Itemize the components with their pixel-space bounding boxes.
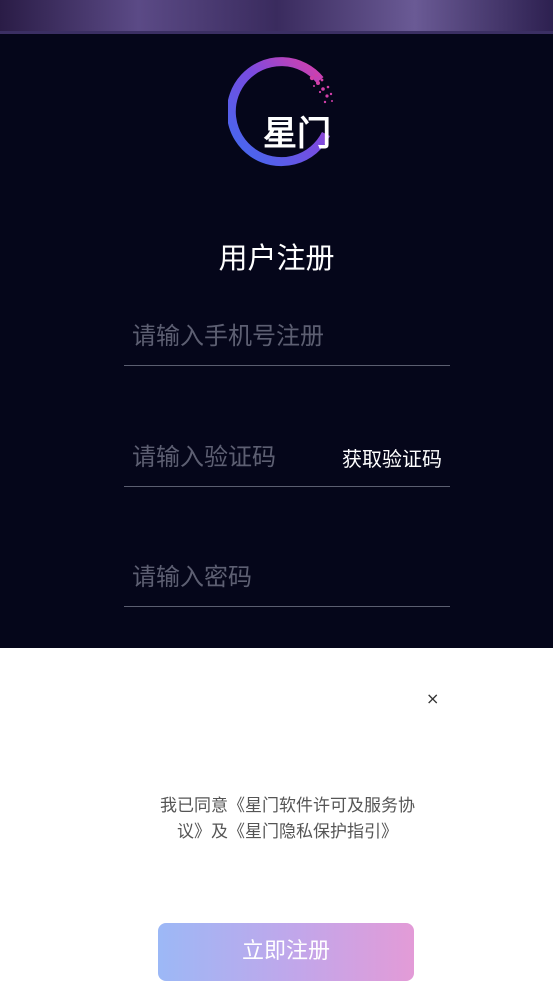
verification-code-input[interactable]: 请输入验证码 获取验证码 xyxy=(124,436,450,487)
password-input[interactable]: 请输入密码 xyxy=(124,556,450,607)
phone-placeholder: 请输入手机号注册 xyxy=(132,322,324,350)
phone-input[interactable]: 请输入手机号注册 xyxy=(124,315,450,366)
app-logo: 星门 xyxy=(228,56,344,172)
header-banner xyxy=(0,0,553,34)
close-icon[interactable]: × xyxy=(426,689,439,708)
get-code-button[interactable]: 获取验证码 xyxy=(342,443,442,472)
page-title: 用户注册 xyxy=(218,241,335,275)
logo-text: 星门 xyxy=(263,114,331,154)
password-placeholder: 请输入密码 xyxy=(132,563,252,591)
agreement-text[interactable]: 我已同意《星门软件许可及服务协议》及《星门隐私保护指引》 xyxy=(150,793,425,845)
register-button[interactable]: 立即注册 xyxy=(158,923,414,981)
code-placeholder: 请输入验证码 xyxy=(132,443,276,471)
